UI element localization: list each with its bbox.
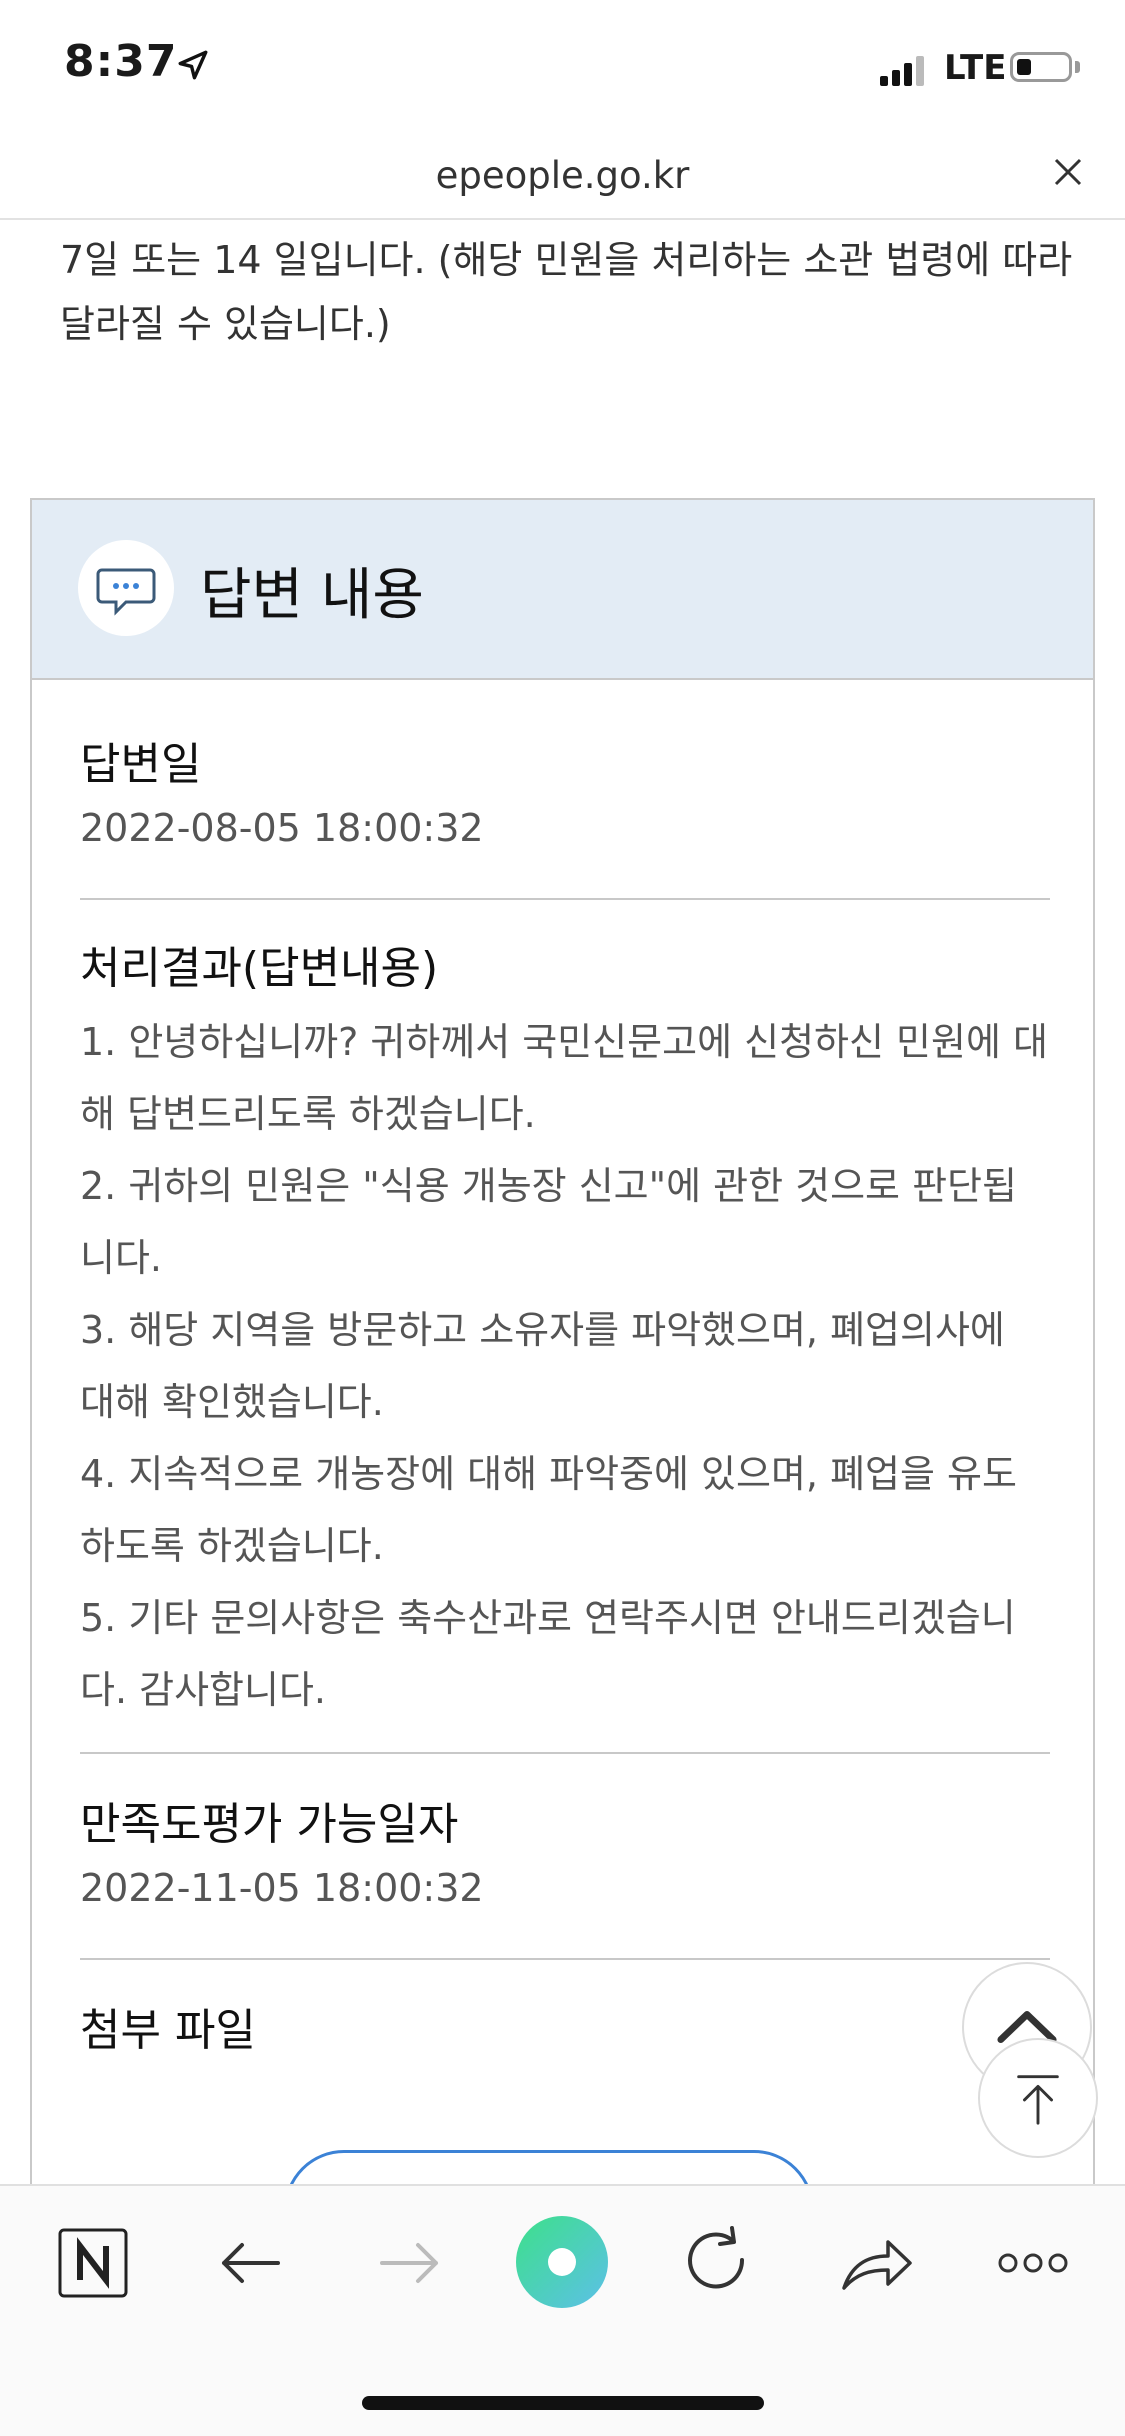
status-time: 8:37 bbox=[64, 36, 178, 87]
battery-icon bbox=[1010, 52, 1072, 82]
scroll-to-top-button[interactable] bbox=[978, 2038, 1098, 2158]
answer-date-label: 답변일 bbox=[80, 739, 202, 790]
satisfaction-section: 만족도평가 가능일자 2022-11-05 18:00:32 bbox=[80, 1788, 1050, 1910]
battery-tip bbox=[1075, 61, 1080, 73]
arrow-right-icon[interactable] bbox=[364, 2218, 454, 2308]
url-bar[interactable]: epeople.go.kr bbox=[0, 140, 1125, 220]
result-section: 처리결과(답변내용) 1. 안녕하십니까? 귀하께서 국민신문고에 신청하신 민… bbox=[80, 932, 1050, 1726]
answer-date-value: 2022-08-05 18:00:32 bbox=[80, 806, 484, 850]
green-dot-icon[interactable] bbox=[512, 2212, 612, 2312]
answer-item: 5. 기타 문의사항은 축수산과로 연락주시면 안내드리겠습니다. 감사합니다. bbox=[80, 1596, 1016, 1712]
answer-panel: 답변 내용 답변일 2022-08-05 18:00:32 처리결과(답변내용)… bbox=[30, 498, 1095, 2298]
divider bbox=[80, 1958, 1050, 1960]
close-icon[interactable] bbox=[1050, 154, 1086, 190]
home-indicator[interactable] bbox=[362, 2396, 764, 2410]
answer-date-section: 답변일 2022-08-05 18:00:32 bbox=[80, 728, 1050, 850]
divider bbox=[80, 898, 1050, 900]
chat-bubble-icon bbox=[78, 540, 174, 636]
more-dots-icon[interactable] bbox=[988, 2218, 1078, 2308]
naver-logo-icon[interactable] bbox=[48, 2218, 138, 2308]
share-icon[interactable] bbox=[830, 2218, 920, 2308]
panel-header: 답변 내용 bbox=[32, 500, 1093, 680]
attachment-label: 첨부 파일 bbox=[80, 2005, 256, 2056]
reload-icon[interactable] bbox=[672, 2218, 762, 2308]
satisfaction-date-value: 2022-11-05 18:00:32 bbox=[80, 1866, 484, 1910]
answer-list: 1. 안녕하십니까? 귀하께서 국민신문고에 신청하신 민원에 대해 답변드리도… bbox=[80, 1006, 1050, 1726]
satisfaction-date-label: 만족도평가 가능일자 bbox=[80, 1799, 459, 1850]
answer-item: 3. 해당 지역을 방문하고 소유자를 파악했으며, 폐업의사에 대해 확인했습… bbox=[80, 1308, 1005, 1424]
answer-item: 4. 지속적으로 개농장에 대해 파악중에 있으며, 폐업을 유도하도록 하겠습… bbox=[80, 1452, 1017, 1568]
url-text[interactable]: epeople.go.kr bbox=[0, 154, 1125, 197]
location-arrow-icon bbox=[178, 50, 208, 80]
arrow-to-top-icon bbox=[1017, 2075, 1059, 2125]
answer-item: 1. 안녕하십니까? 귀하께서 국민신문고에 신청하신 민원에 대해 답변드리도… bbox=[80, 1020, 1048, 1136]
attachment-section: 첨부 파일 bbox=[80, 1994, 1050, 2058]
network-type: LTE bbox=[944, 48, 1007, 88]
intro-text: 7일 또는 14 일입니다. (해당 민원을 처리하는 소관 법령에 따라 달라… bbox=[60, 238, 1073, 346]
signal-icon bbox=[880, 54, 928, 86]
status-bar: 8:37 LTE bbox=[0, 0, 1125, 140]
divider bbox=[80, 1752, 1050, 1754]
result-label: 처리결과(답변내용) bbox=[80, 943, 439, 994]
panel-title: 답변 내용 bbox=[200, 563, 424, 628]
answer-item: 2. 귀하의 민원은 "식용 개농장 신고"에 관한 것으로 판단됩니다. bbox=[80, 1164, 1017, 1280]
arrow-left-icon[interactable] bbox=[206, 2218, 296, 2308]
